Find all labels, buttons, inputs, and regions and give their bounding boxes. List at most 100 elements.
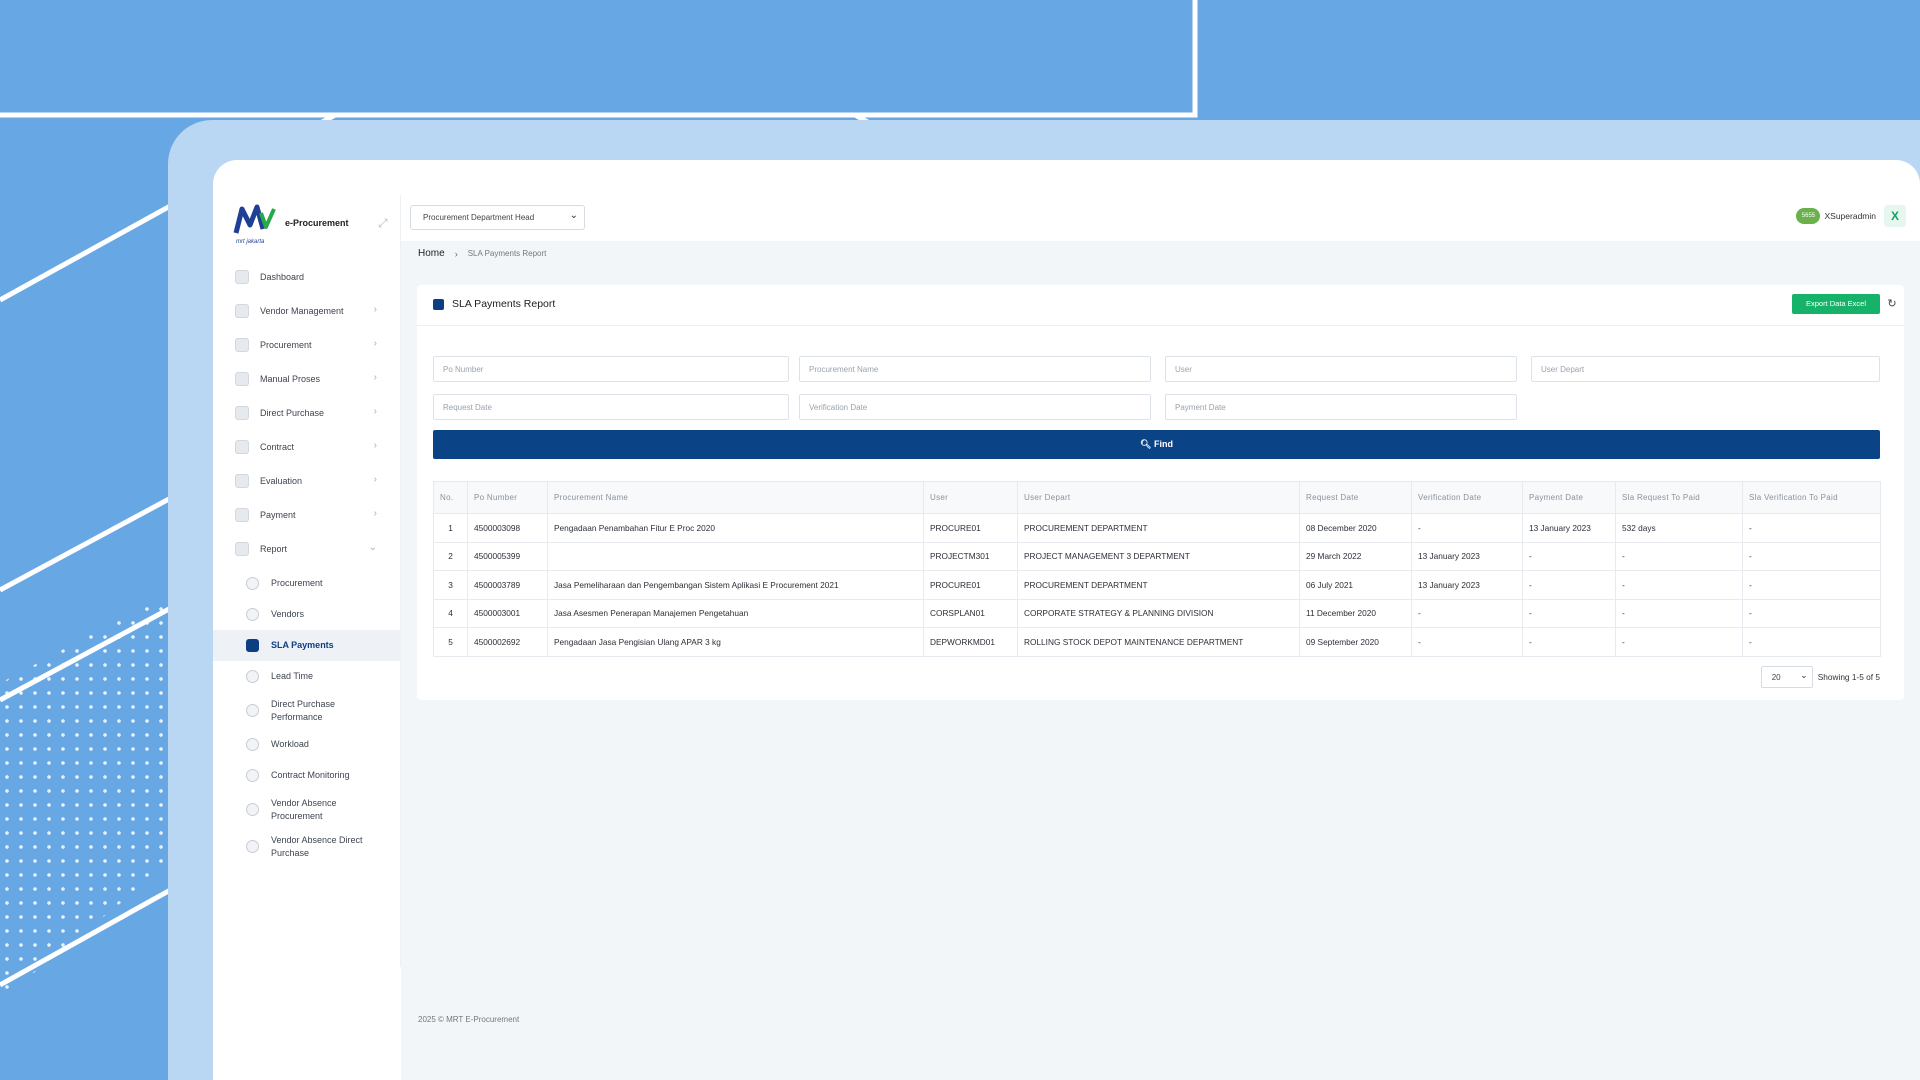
sidebar-item-label: Contract	[260, 442, 295, 452]
report-submenu: Procurement Vendors SLA Payments Lead Ti…	[213, 568, 401, 865]
table-cell: -	[1522, 541, 1616, 571]
table-cell: 09 September 2020	[1299, 627, 1412, 657]
chevron-right-icon: ›	[373, 406, 377, 417]
user-input[interactable]: User	[1165, 356, 1517, 382]
find-button[interactable]: 🔍︎ Find	[433, 430, 1880, 459]
request-date-input[interactable]: Request Date	[433, 394, 789, 420]
user-depart-input[interactable]: User Depart	[1531, 356, 1880, 382]
verification-date-input[interactable]: Verification Date	[799, 394, 1151, 420]
table-cell: -	[1742, 541, 1881, 571]
role-select-value: Procurement Department Head	[423, 213, 535, 222]
logo-text: mrt jakarta	[236, 239, 265, 245]
page-title: SLA Payments Report	[452, 298, 556, 310]
find-label: Find	[1153, 439, 1173, 449]
globe-icon	[235, 338, 249, 352]
sla-table: No. Po Number Procurement Name User User…	[433, 481, 1881, 657]
report-card: SLA Payments Report Export Data Excel ↻ …	[417, 285, 1904, 700]
column-header[interactable]: Verification Date	[1411, 481, 1523, 514]
sidebar-item-label: Report	[260, 544, 288, 554]
sidebar-item-contract[interactable]: Contract ›	[213, 430, 401, 464]
sidebar-item-report[interactable]: Report ⌄	[213, 532, 401, 566]
brand[interactable]: mrt jakarta e-Procurement ⤢	[233, 203, 393, 248]
table-cell: 11 December 2020	[1299, 598, 1412, 628]
report-item-workload[interactable]: Workload	[213, 729, 401, 760]
table-row: 5 4500002692 Pengadaan Jasa Pengisian Ul…	[433, 627, 1881, 657]
table-cell: -	[1615, 570, 1743, 600]
po-number-input[interactable]: Po Number	[433, 356, 789, 382]
report-item-label: Vendors	[271, 609, 305, 619]
notification-badge[interactable]: 5655	[1796, 208, 1821, 224]
sidebar-item-manual-proses[interactable]: Manual Proses ›	[213, 362, 401, 396]
refresh-icon[interactable]: ↻	[1884, 294, 1900, 314]
table-cell: 1	[433, 513, 468, 543]
column-header[interactable]: User	[923, 481, 1018, 514]
expand-icon[interactable]: ⤢	[378, 216, 388, 231]
calendar-icon	[246, 803, 259, 816]
sidebar: mrt jakarta e-Procurement ⤢ Dashboard Ve…	[213, 195, 401, 967]
report-icon	[433, 298, 444, 310]
user-menu[interactable]: 5655 XSuperadmin X	[1796, 203, 1906, 229]
sidebar-item-label: Procurement	[260, 340, 312, 350]
report-item-contract-monitoring[interactable]: Contract Monitoring	[213, 760, 401, 791]
sidebar-item-vendor-management[interactable]: Vendor Management ›	[213, 294, 401, 328]
table-cell: 5	[433, 627, 468, 657]
table-cell: ROLLING STOCK DEPOT MAINTENANCE DEPARTME…	[1017, 627, 1300, 657]
table-cell: 06 July 2021	[1299, 570, 1412, 600]
table-cell: -	[1742, 570, 1881, 600]
globe-icon	[235, 372, 249, 386]
page-size-select[interactable]: 20 ⌄	[1760, 666, 1813, 688]
sidebar-item-dashboard[interactable]: Dashboard	[213, 260, 401, 294]
report-item-vendors[interactable]: Vendors	[213, 599, 401, 630]
sidebar-item-label: Dashboard	[260, 272, 305, 282]
export-excel-label: Export Data Excel	[1805, 299, 1867, 308]
sidebar-item-direct-purchase[interactable]: Direct Purchase ›	[213, 396, 401, 430]
chevron-right-icon: ›	[373, 508, 377, 519]
table-cell: PROCURE01	[923, 513, 1018, 543]
chevron-down-icon: ⌄	[1800, 670, 1808, 680]
receipt-icon	[246, 639, 259, 652]
report-item-label: Workload	[271, 739, 309, 749]
table-cell: PROJECT MANAGEMENT 3 DEPARTMENT	[1017, 541, 1300, 571]
pagination: 20 ⌄ Showing 1-5 of 5	[1760, 666, 1880, 688]
column-header[interactable]: Request Date	[1299, 481, 1412, 514]
sidebar-item-payment[interactable]: Payment ›	[213, 498, 401, 532]
column-header[interactable]: Sla Request To Paid	[1615, 481, 1743, 514]
column-header[interactable]: Payment Date	[1522, 481, 1616, 514]
procurement-name-input[interactable]: Procurement Name	[799, 356, 1151, 382]
report-item-vendor-absence-procurement[interactable]: Vendor Absence Procurement	[213, 791, 401, 828]
topbar: Procurement Department Head ⌄ 5655 XSupe…	[401, 195, 1920, 241]
table-row: 3 4500003789 Jasa Pemeliharaan dan Penge…	[433, 570, 1881, 600]
report-item-label: Vendor Absence Procurement	[271, 797, 337, 821]
payment-date-input[interactable]: Payment Date	[1165, 394, 1517, 420]
excel-icon[interactable]: X	[1884, 205, 1906, 227]
report-item-sla-payments[interactable]: SLA Payments	[213, 630, 401, 661]
column-header[interactable]: Procurement Name	[547, 481, 924, 514]
table-cell: CORPORATE STRATEGY & PLANNING DIVISION	[1017, 598, 1300, 628]
calendar-icon	[235, 542, 249, 556]
export-excel-button[interactable]: Export Data Excel	[1792, 294, 1880, 314]
report-item-lead-time[interactable]: Lead Time	[213, 661, 401, 692]
role-select[interactable]: Procurement Department Head ⌄	[410, 205, 585, 230]
table-cell: Pengadaan Penambahan Fitur E Proc 2020	[547, 513, 924, 543]
table-cell: 4	[433, 598, 468, 628]
table-row: 1 4500003098 Pengadaan Penambahan Fitur …	[433, 513, 1881, 543]
breadcrumb-current: SLA Payments Report	[467, 249, 547, 258]
footer: 2025 © MRT E-Procurement	[418, 1015, 520, 1024]
breadcrumb-home[interactable]: Home	[418, 248, 445, 259]
sidebar-item-label: Payment	[260, 510, 296, 520]
sidebar-item-procurement[interactable]: Procurement ›	[213, 328, 401, 362]
main-content: Procurement Department Head ⌄ 5655 XSupe…	[401, 195, 1920, 1080]
column-header[interactable]: Po Number	[467, 481, 548, 514]
sidebar-item-label: Direct Purchase	[260, 408, 325, 418]
column-header[interactable]: Sla Verification To Paid	[1742, 481, 1881, 514]
sidebar-nav: Dashboard Vendor Management › Procuremen…	[213, 260, 401, 865]
report-item-label: Contract Monitoring	[271, 770, 350, 780]
report-item-vendor-absence-direct-purchase[interactable]: Vendor Absence Direct Purchase	[213, 828, 401, 865]
sidebar-item-evaluation[interactable]: Evaluation ›	[213, 464, 401, 498]
column-header[interactable]: No.	[433, 481, 468, 514]
table-header-row: No. Po Number Procurement Name User User…	[433, 481, 1881, 514]
report-item-procurement[interactable]: Procurement	[213, 568, 401, 599]
report-item-direct-purchase-performance[interactable]: Direct Purchase Performance	[213, 692, 401, 729]
chevron-right-icon: ›	[373, 338, 377, 349]
column-header[interactable]: User Depart	[1017, 481, 1300, 514]
